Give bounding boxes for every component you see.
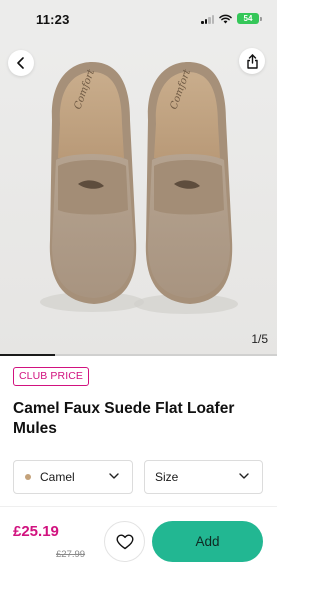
size-select[interactable]: Size [144,460,263,494]
gallery-progress [0,354,277,356]
product-image-gallery[interactable]: Comfort Comfort 1/5 [0,40,277,356]
chevron-left-icon [17,57,24,69]
chevron-down-icon [239,473,249,479]
status-icons: 54 [201,13,262,24]
original-price: £27.99 [56,549,86,560]
club-price-badge: CLUB PRICE [13,367,90,386]
signal-icon [201,14,214,24]
colour-selected-value: Camel [40,470,75,484]
add-to-bag-button[interactable]: Add [152,521,263,562]
colour-select[interactable]: Camel [13,460,133,494]
purchase-bar: £25.19 £27.99 Add [0,506,277,580]
gallery-progress-fill [0,354,56,356]
share-button[interactable] [239,48,265,74]
back-button[interactable] [8,50,34,76]
battery-level: 54 [243,13,253,23]
price-block: £25.19 £27.99 [13,521,86,567]
size-placeholder: Size [155,470,179,484]
share-icon [246,53,258,69]
wifi-icon [219,14,232,23]
colour-swatch [25,474,31,480]
status-time: 11:23 [36,12,70,27]
image-counter: 1/5 [251,332,268,346]
product-image: Comfort Comfort [40,62,238,314]
battery-icon: 54 [237,13,262,24]
wishlist-button[interactable] [104,521,145,562]
bottom-safe-area [0,580,277,600]
status-bar: 11:23 54 [0,0,277,40]
heart-icon [116,534,133,549]
club-price: £25.19 [13,523,59,540]
chevron-down-icon [109,473,119,479]
product-title: Camel Faux Suede Flat Loafer Mules [13,400,235,437]
